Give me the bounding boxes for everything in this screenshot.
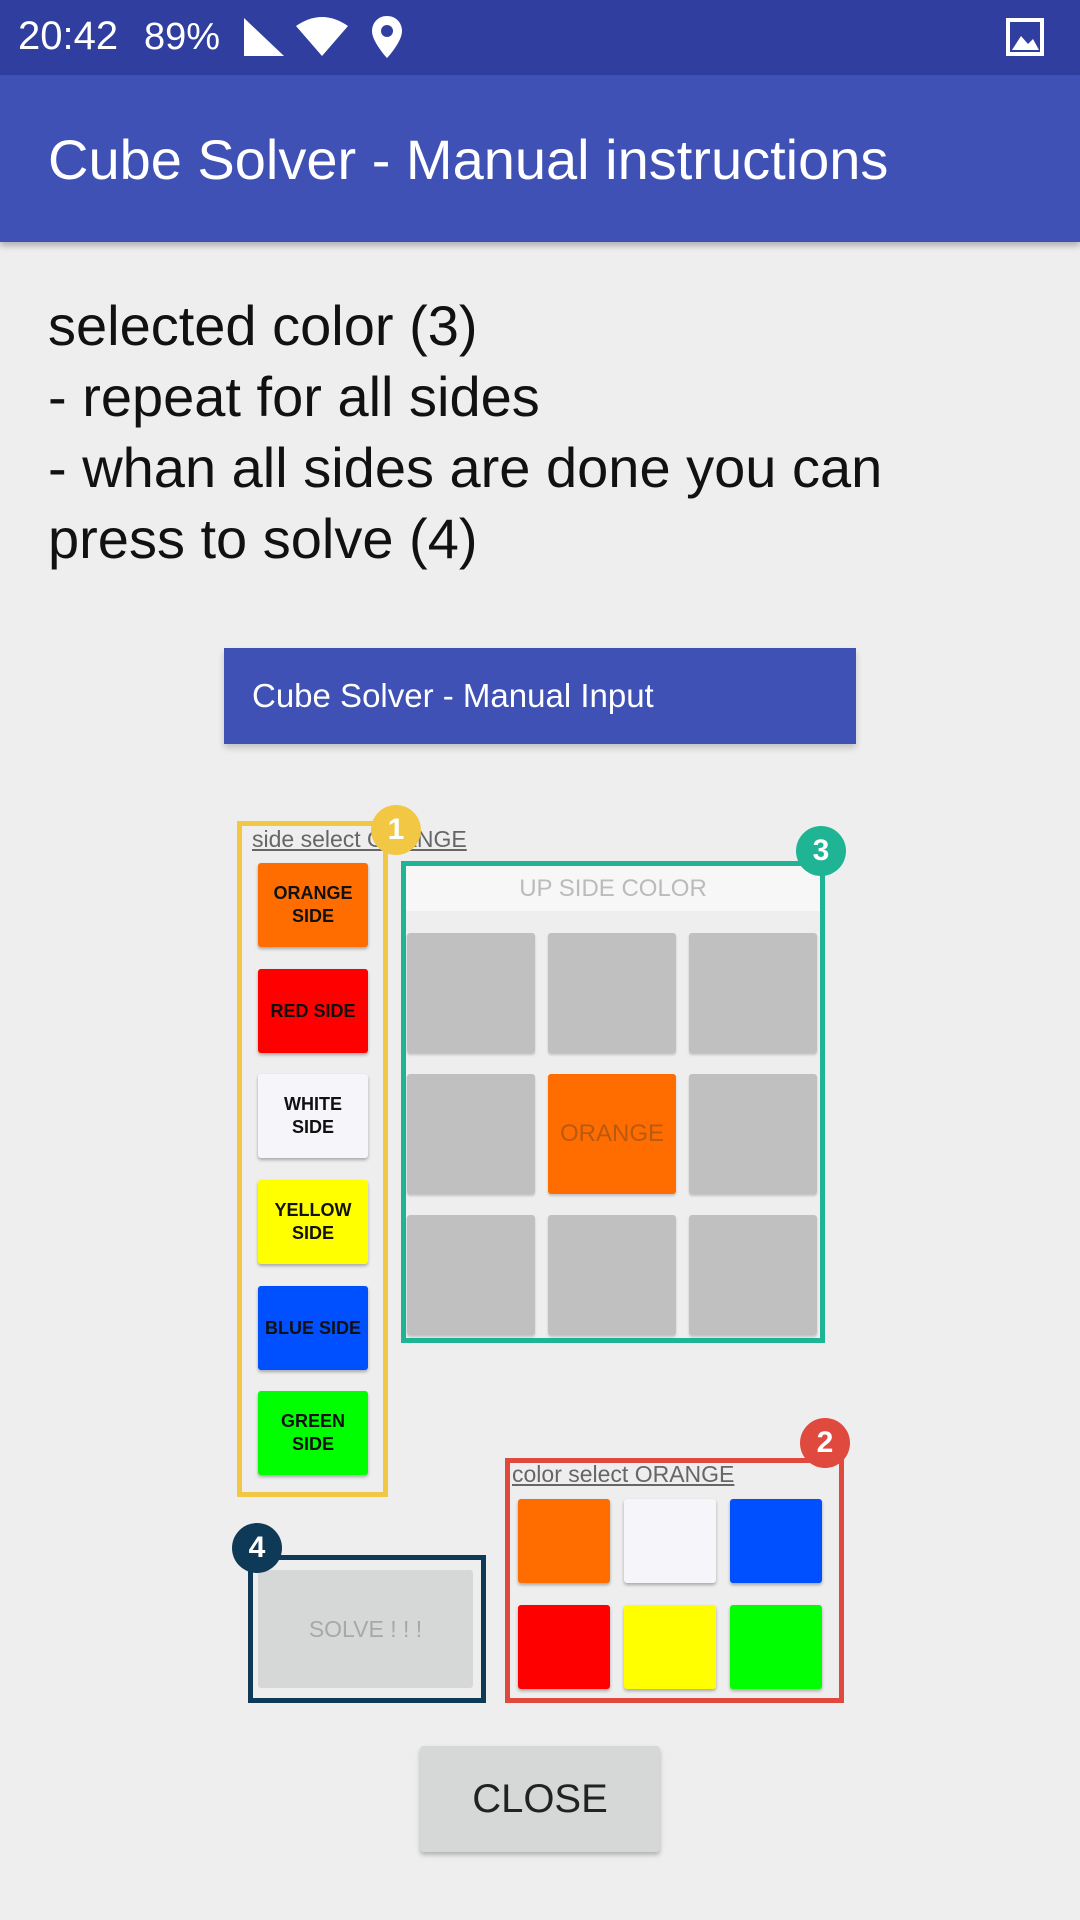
page-title: Cube Solver - Manual instructions (48, 128, 889, 191)
solve-button-illustration: SOLVE ! ! ! (258, 1570, 473, 1688)
color-select-label: color select ORANGE (512, 1461, 735, 1487)
instruction-line: press to solve (4) (48, 507, 478, 570)
blue-side-button: BLUE SIDE (258, 1286, 368, 1370)
instruction-line: selected color (3) (48, 294, 478, 357)
color-swatch-white (624, 1499, 716, 1583)
grid-cell (407, 1074, 535, 1194)
grid-cell (407, 933, 535, 1053)
badge-3: 3 (796, 826, 846, 876)
color-swatch-red (518, 1605, 610, 1689)
grid-cell (548, 1215, 676, 1335)
white-side-button: WHITE SIDE (258, 1074, 368, 1158)
grid-cell (407, 1215, 535, 1335)
location-icon (370, 14, 404, 65)
badge-4: 4 (232, 1523, 282, 1573)
instruction-line: - whan all sides are done you can (48, 436, 883, 499)
grid-cell (689, 1074, 817, 1194)
grid-cell (689, 1215, 817, 1335)
instructions-text: selected color (3) - repeat for all side… (48, 290, 1048, 574)
status-bar: 20:42 89% (0, 0, 1080, 75)
up-side-header: UP SIDE COLOR (406, 866, 820, 911)
grid-cell (548, 933, 676, 1053)
status-time: 20:42 (18, 14, 119, 58)
grid-cell-center: ORANGE (548, 1074, 676, 1194)
red-side-button: RED SIDE (258, 969, 368, 1053)
illustration-app-bar: Cube Solver - Manual Input (224, 648, 856, 744)
green-side-button: GREEN SIDE (258, 1391, 368, 1475)
yellow-side-button: YELLOW SIDE (258, 1180, 368, 1264)
illustration-title: Cube Solver - Manual Input (252, 677, 654, 714)
cell-signal-icon (242, 16, 286, 63)
image-notification-icon (1006, 18, 1044, 61)
close-button[interactable]: CLOSE (420, 1746, 660, 1852)
badge-2: 2 (800, 1418, 850, 1468)
wifi-icon (294, 16, 350, 63)
color-swatch-green (730, 1605, 822, 1689)
color-swatch-blue (730, 1499, 822, 1583)
side-select-label: side select ORANGE (252, 826, 467, 852)
color-swatch-orange (518, 1499, 610, 1583)
status-battery: 89% (144, 16, 221, 58)
app-bar: Cube Solver - Manual instructions (0, 75, 1080, 242)
grid-cell (689, 933, 817, 1053)
instruction-line: - repeat for all sides (48, 365, 540, 428)
orange-side-button: ORANGE SIDE (258, 863, 368, 947)
color-swatch-yellow (624, 1605, 716, 1689)
badge-1: 1 (371, 805, 421, 855)
